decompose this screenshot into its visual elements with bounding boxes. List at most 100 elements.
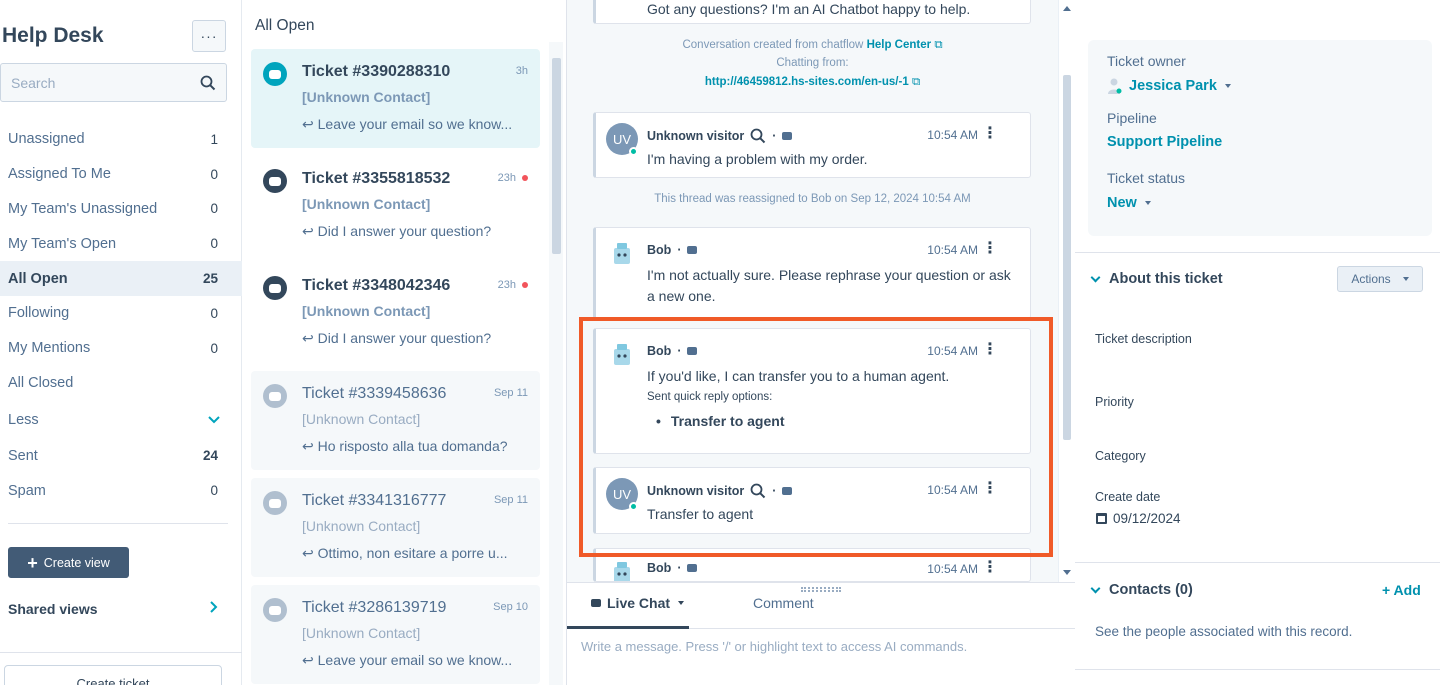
- ticket-preview: ↩ Did I answer your question?: [302, 223, 534, 240]
- add-contact-link[interactable]: + Add: [1382, 582, 1421, 598]
- actions-dropdown[interactable]: Actions: [1337, 266, 1423, 292]
- view-label: My Mentions: [8, 340, 91, 357]
- sidebar-search[interactable]: [0, 63, 227, 102]
- ticket-list-scrollbar[interactable]: [549, 42, 563, 685]
- status-value: New: [1107, 195, 1137, 211]
- divider: [0, 652, 242, 653]
- chat-message: Got any questions? I'm an AI Chatbot hap…: [593, 0, 1031, 24]
- ticket-preview: ↩ Leave your email so we know...: [302, 116, 534, 133]
- chat-icon: [263, 62, 287, 86]
- create-ticket-button[interactable]: Create ticket: [4, 665, 222, 685]
- view-unassigned[interactable]: Unassigned 1: [0, 122, 242, 157]
- view-count: 0: [210, 166, 218, 182]
- ticket-owner-dropdown[interactable]: Jessica Park: [1107, 77, 1231, 95]
- view-label: Spam: [8, 483, 46, 499]
- preview-text: Did I answer your question?: [317, 223, 492, 239]
- time-label: Sep 10: [493, 601, 528, 613]
- ticket-card[interactable]: Ticket #3286139719 Sep 10 [Unknown Conta…: [251, 585, 540, 684]
- create-view-label: Create view: [43, 555, 110, 570]
- view-assigned-to-me[interactable]: Assigned To Me 0: [0, 157, 242, 192]
- message-input[interactable]: Write a message. Press '/' or highlight …: [581, 639, 967, 654]
- scrollbar-thumb[interactable]: [1063, 75, 1071, 440]
- priority-label[interactable]: Priority: [1095, 395, 1134, 409]
- sidebar-title: Help Desk: [2, 24, 104, 47]
- separator-dot: ·: [772, 129, 777, 143]
- ticket-status-label: Ticket status: [1107, 170, 1186, 186]
- caret-down-icon: [1144, 201, 1151, 205]
- chevron-down-icon: [1090, 272, 1101, 282]
- message-menu-icon[interactable]: ⋮: [982, 126, 998, 142]
- search-icon[interactable]: [750, 128, 766, 144]
- reply-icon: ↩: [302, 652, 318, 668]
- chevron-down-icon: [208, 416, 220, 424]
- scroll-down-icon[interactable]: [1063, 570, 1071, 575]
- ticket-status-dropdown[interactable]: New: [1107, 195, 1151, 211]
- view-my-mentions[interactable]: My Mentions 0: [0, 331, 242, 366]
- preview-text: Leave your email so we know...: [317, 652, 513, 668]
- resize-handle[interactable]: [801, 587, 841, 592]
- shared-views-toggle[interactable]: Shared views: [8, 601, 218, 617]
- sender-name: Bob: [647, 561, 672, 575]
- scroll-up-icon[interactable]: [1063, 6, 1071, 11]
- avatar-initials: UV: [612, 131, 632, 147]
- view-my-teams-unassigned[interactable]: My Team's Unassigned 0: [0, 192, 242, 227]
- chatflow-note: Conversation created from chatflow Help …: [567, 39, 1058, 52]
- sender-row: Bob ·: [647, 561, 698, 575]
- tab-live-chat[interactable]: Live Chat: [591, 595, 685, 611]
- chatting-from-link[interactable]: http://46459812.hs-sites.com/en-us/-1: [705, 76, 909, 88]
- ticket-card[interactable]: Ticket #3390288310 3h [Unknown Contact] …: [251, 49, 540, 148]
- ticket-card[interactable]: Ticket #3348042346 23h [Unknown Contact]…: [251, 263, 540, 362]
- view-label: My Team's Open: [8, 235, 117, 252]
- tab-label: Live Chat: [607, 595, 671, 611]
- view-all-closed[interactable]: All Closed: [0, 366, 242, 401]
- message-composer: Live Chat Comment Write a message. Press…: [567, 582, 1075, 685]
- time-label: Sep 11: [493, 387, 528, 399]
- contacts-section-toggle[interactable]: Contacts (0): [1090, 582, 1193, 598]
- sender-row: Bob ·: [647, 243, 698, 257]
- scrollbar-thumb[interactable]: [552, 58, 561, 254]
- category-label[interactable]: Category: [1095, 449, 1146, 463]
- create-date-value: 09/12/2024: [1113, 511, 1181, 526]
- view-sent[interactable]: Sent 24: [8, 448, 218, 464]
- create-view-button[interactable]: + Create view: [8, 547, 129, 578]
- view-all-open[interactable]: All Open 25: [0, 261, 242, 296]
- highlight-annotation: [579, 317, 1053, 557]
- pipeline-value[interactable]: Support Pipeline: [1107, 134, 1222, 150]
- help-center-link[interactable]: Help Center: [867, 39, 932, 51]
- ticket-time: 23h: [498, 279, 528, 291]
- view-count: 0: [210, 201, 218, 217]
- chat-icon: [263, 276, 287, 300]
- search-icon[interactable]: [200, 75, 216, 91]
- chatting-from-label: Chatting from:: [776, 57, 849, 69]
- ticket-contact: [Unknown Contact]: [302, 518, 421, 534]
- view-my-teams-open[interactable]: My Team's Open 0: [0, 226, 242, 261]
- separator-dot: ·: [677, 243, 682, 257]
- tab-comment[interactable]: Comment: [753, 595, 814, 611]
- ticket-summary-card: Ticket owner Jessica Park Pipeline Suppo…: [1088, 40, 1432, 236]
- create-date-field[interactable]: 09/12/2024: [1096, 511, 1181, 526]
- ticket-description-label[interactable]: Ticket description: [1095, 332, 1192, 346]
- ticket-card[interactable]: Ticket #3339458636 Sep 11 [Unknown Conta…: [251, 371, 540, 470]
- ticket-contact: [Unknown Contact]: [302, 411, 421, 427]
- view-following[interactable]: Following 0: [0, 296, 242, 331]
- caret-down-icon: [1402, 277, 1409, 281]
- message-menu-icon[interactable]: ⋮: [982, 241, 998, 257]
- search-input[interactable]: [11, 74, 200, 91]
- message-text: I'm not actually sure. Please rephrase y…: [647, 267, 1011, 304]
- view-spam[interactable]: Spam 0: [8, 483, 218, 499]
- less-toggle[interactable]: Less: [8, 412, 220, 428]
- conversation-scrollbar[interactable]: [1058, 0, 1074, 582]
- view-label: All Closed: [8, 374, 74, 391]
- external-link-icon: ⧉: [911, 76, 921, 88]
- more-options-button[interactable]: ···: [192, 20, 226, 52]
- ticket-card[interactable]: Ticket #3341316777 Sep 11 [Unknown Conta…: [251, 478, 540, 577]
- view-label: My Team's Unassigned: [8, 200, 158, 217]
- view-label: Assigned To Me: [8, 166, 111, 183]
- ticket-card[interactable]: Ticket #3355818532 23h [Unknown Contact]…: [251, 156, 540, 255]
- shared-views-label: Shared views: [8, 601, 98, 617]
- about-ticket-section-toggle[interactable]: About this ticket: [1090, 271, 1223, 287]
- message-menu-icon[interactable]: ⋮: [982, 560, 998, 576]
- chevron-right-icon: [210, 601, 218, 613]
- view-count: 24: [202, 448, 218, 463]
- ticket-owner-label: Ticket owner: [1107, 53, 1186, 69]
